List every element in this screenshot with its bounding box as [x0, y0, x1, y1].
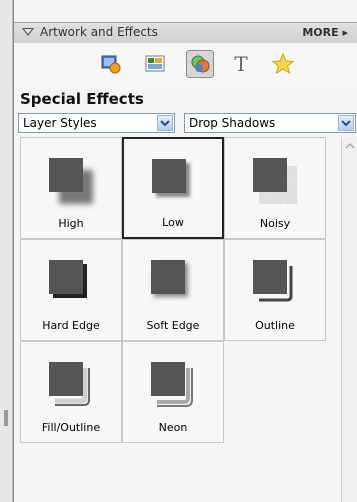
- effect-label: Low: [162, 216, 184, 229]
- effect-label: Outline: [255, 319, 295, 332]
- collapse-grip[interactable]: [4, 410, 8, 426]
- favorites-star-icon: [271, 52, 295, 75]
- section-title: Special Effects: [20, 90, 144, 108]
- drop-shadow-neon-icon: [151, 362, 193, 407]
- effect-thumb-soft-edge[interactable]: Soft Edge: [122, 239, 224, 341]
- drop-shadow-soft-edge-icon: [151, 260, 188, 297]
- text-icon: T: [234, 53, 248, 75]
- panel-dock-strip: [0, 0, 13, 502]
- effect-thumb-neon[interactable]: Neon: [122, 341, 224, 443]
- scroll-up-arrow-icon[interactable]: [342, 137, 357, 153]
- effect-thumb-fill-outline[interactable]: Fill/Outline: [20, 341, 122, 443]
- special-effects-button[interactable]: [186, 50, 214, 78]
- text-button[interactable]: T: [228, 51, 254, 77]
- effect-label: Neon: [158, 421, 188, 434]
- effect-label: High: [58, 217, 84, 230]
- category-select[interactable]: Layer Styles: [18, 113, 175, 133]
- panel-header: Artwork and Effects MORE ▸: [14, 22, 357, 44]
- effect-label: Hard Edge: [42, 319, 100, 332]
- favorites-button[interactable]: [270, 51, 296, 77]
- themes-icon: [145, 55, 165, 72]
- chevron-down-icon[interactable]: [157, 115, 173, 131]
- apply-to-photo-icon: [101, 55, 121, 74]
- artwork-effects-panel: Artwork and Effects MORE ▸ T Special Eff…: [13, 0, 357, 502]
- drop-shadow-outline-icon: [253, 260, 293, 302]
- drop-shadow-noisy-icon: [253, 158, 297, 204]
- special-effects-icon: [191, 55, 210, 73]
- svg-text:T: T: [234, 53, 248, 75]
- drop-shadow-fill-outline-icon: [49, 362, 90, 406]
- themes-button[interactable]: [142, 51, 168, 77]
- style-select[interactable]: Drop Shadows: [184, 113, 356, 133]
- effect-label: Fill/Outline: [41, 421, 101, 434]
- more-menu-button[interactable]: MORE ▸: [302, 26, 348, 39]
- effect-thumb-hard-edge[interactable]: Hard Edge: [20, 239, 122, 341]
- effect-label: Noisy: [259, 217, 291, 230]
- collapse-triangle-icon[interactable]: [22, 28, 34, 36]
- effect-thumb-low[interactable]: Low: [122, 137, 224, 239]
- drop-shadow-high-icon: [49, 158, 93, 204]
- drop-shadow-hard-edge-icon: [49, 260, 87, 298]
- vertical-scrollbar[interactable]: [341, 137, 357, 502]
- effect-label: Soft Edge: [146, 319, 200, 332]
- drop-shadow-low-icon: [152, 159, 190, 197]
- effect-thumb-outline[interactable]: Outline: [224, 239, 326, 341]
- category-select-value: Layer Styles: [23, 116, 97, 130]
- effect-thumb-noisy[interactable]: Noisy: [224, 137, 326, 239]
- effects-toolbar: T: [14, 43, 357, 86]
- effect-thumb-high[interactable]: High: [20, 137, 122, 239]
- panel-title: Artwork and Effects: [40, 25, 158, 39]
- chevron-down-icon[interactable]: [338, 115, 354, 131]
- apply-to-photo-button[interactable]: [98, 51, 124, 77]
- style-select-value: Drop Shadows: [189, 116, 276, 130]
